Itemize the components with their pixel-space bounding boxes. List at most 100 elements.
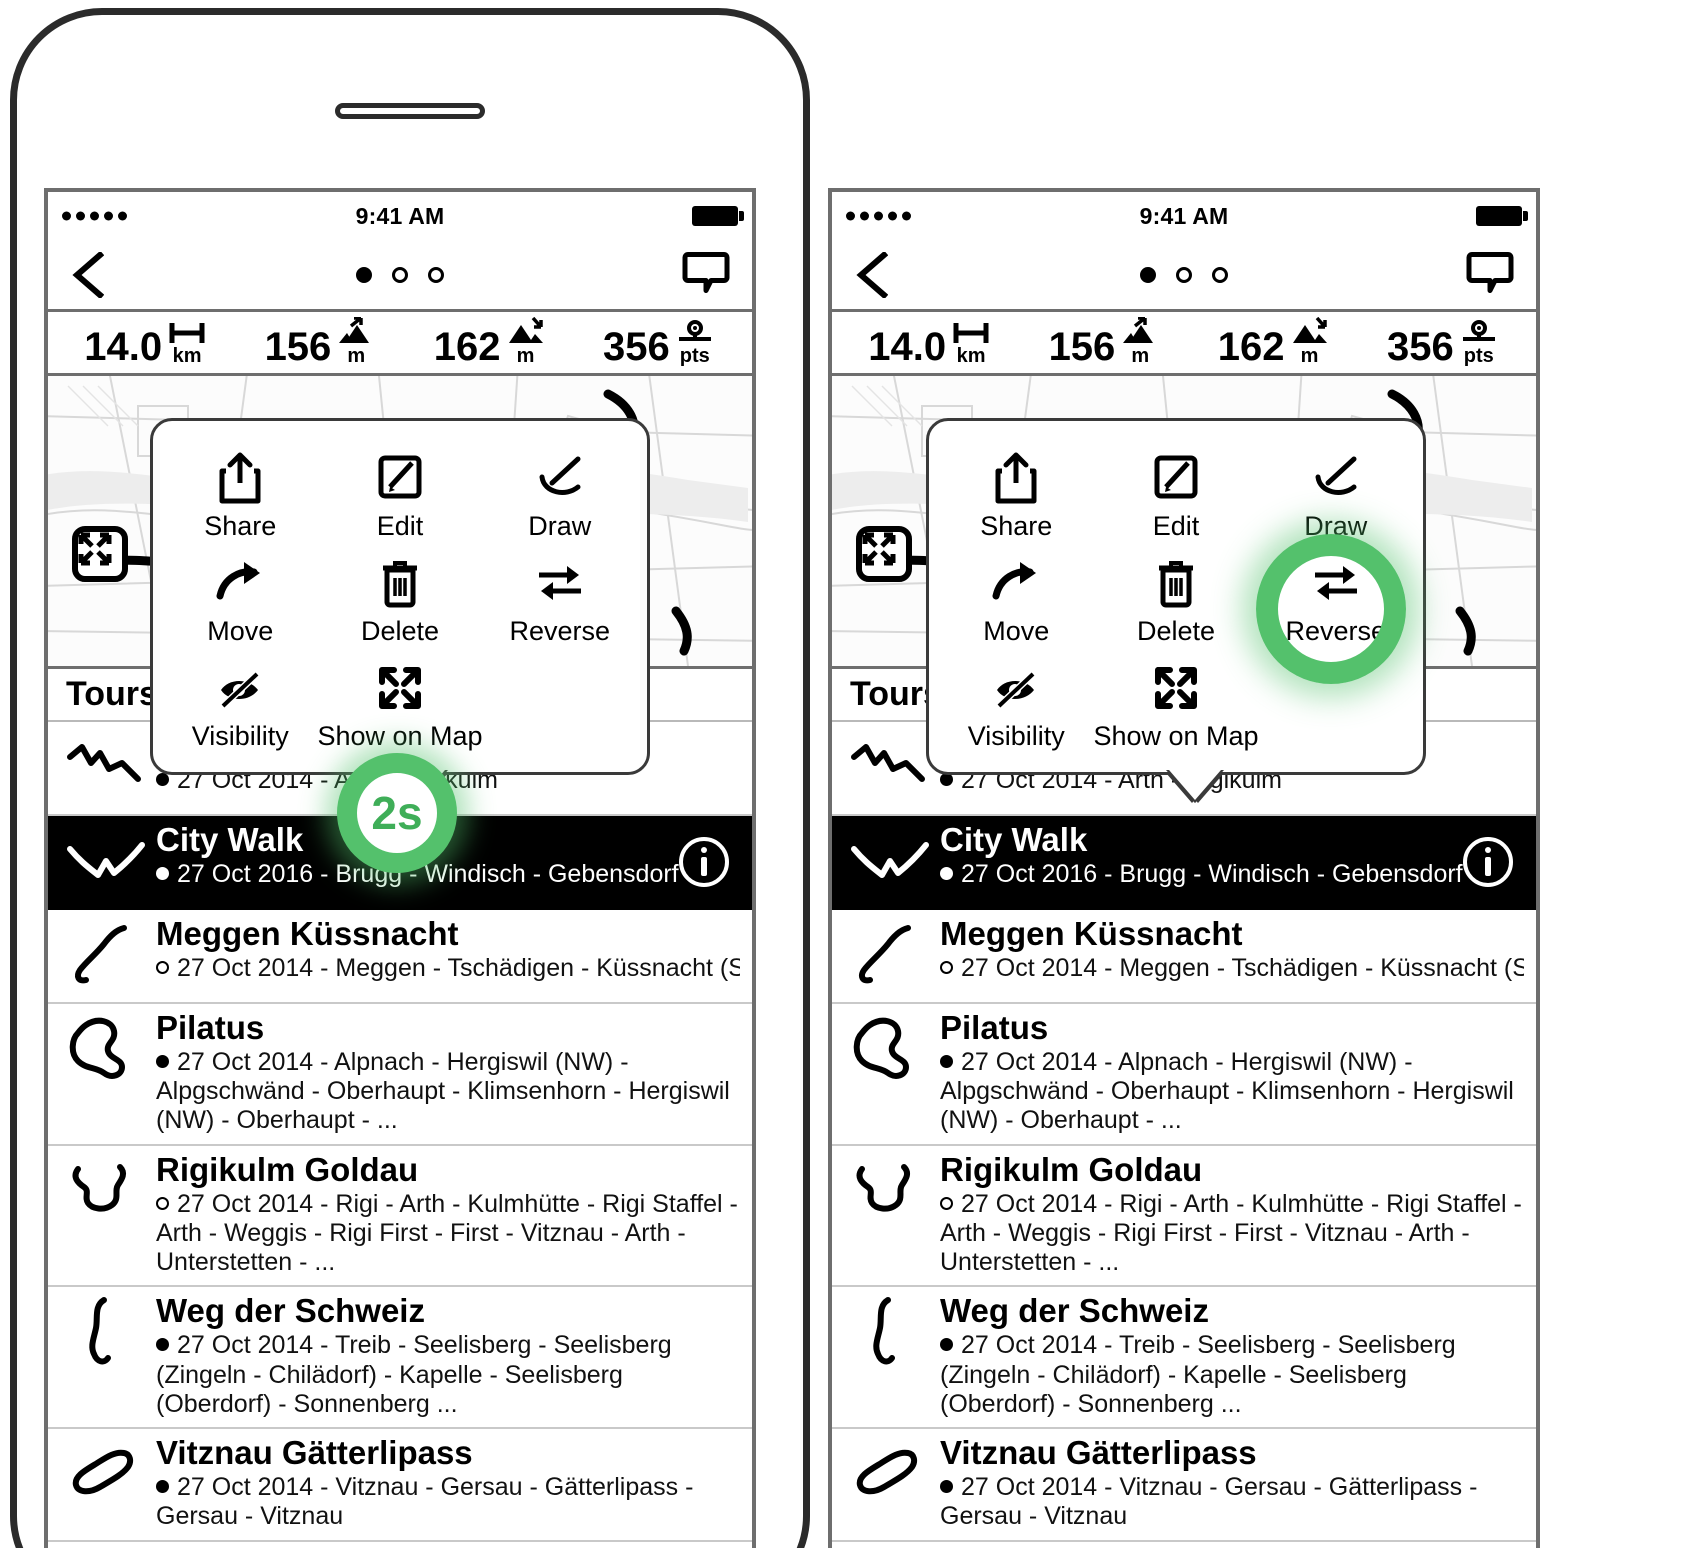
stat-distance: 14.0 km <box>84 319 208 369</box>
track-blob-icon <box>60 1435 152 1513</box>
menu-item-visibility[interactable]: Visibility <box>163 657 317 758</box>
menu-item-delete[interactable]: Delete <box>1093 552 1258 653</box>
table-row[interactable]: Meggen Küssnacht 27 Oct 2014 - Meggen - … <box>832 910 1536 1004</box>
context-menu-tail <box>1169 770 1221 800</box>
page-dot-1[interactable] <box>356 266 372 283</box>
tour-title: Meggen Küssnacht <box>156 916 459 952</box>
menu-item-edit[interactable]: Edit <box>317 447 482 548</box>
tour-bullet-icon <box>156 772 169 786</box>
tour-subtitle-text: 27 Oct 2014 - Vitznau - Gersau - Gätterl… <box>156 1473 694 1531</box>
menu-item-share[interactable]: Share <box>939 447 1093 548</box>
table-row[interactable]: Weg der Schweiz 27 Oct 2014 - Treib - Se… <box>48 1287 752 1430</box>
back-chevron-icon[interactable] <box>70 251 104 298</box>
tour-bullet-icon <box>156 1196 169 1210</box>
tour-subtitle: 27 Oct 2014 - Alpnach - Hergiswil (NW) -… <box>940 1048 1524 1136</box>
tour-subtitle: 27 Oct 2014 - Treib - Seelisberg - Seeli… <box>940 1331 1524 1419</box>
comment-bubble-icon[interactable] <box>1466 250 1514 299</box>
tour-row-body: Pilatus 27 Oct 2014 - Alpnach - Hergiswi… <box>936 1010 1524 1136</box>
table-row[interactable]: Pilatus 27 Oct 2014 - Alpnach - Hergiswi… <box>48 1004 752 1146</box>
table-row[interactable]: Rigikulm Goldau 27 Oct 2014 - Rigi - Art… <box>832 1145 1536 1288</box>
table-row[interactable]: Obwalder Höhenweg 27 Oct 2014 - Oberhaup… <box>48 1541 752 1548</box>
tour-title: Pilatus <box>156 1010 265 1046</box>
tour-subtitle-text: 27 Oct 2014 - Meggen - Tschädigen - Küss… <box>961 953 1524 982</box>
table-row[interactable]: City Walk 27 Oct 2016 - Brugg - Windisch… <box>832 816 1536 910</box>
stat-points-value: 356 <box>1387 325 1454 369</box>
tour-bullet-icon <box>940 1338 953 1352</box>
menu-item-move[interactable]: Move <box>939 552 1093 653</box>
tour-subtitle-text: 27 Oct 2014 - Rigi - Arth - Kulmhütte - … <box>156 1189 738 1277</box>
menu-item-edit-label: Edit <box>376 511 424 541</box>
menu-item-show-on-map[interactable]: Show on Map <box>1093 657 1259 758</box>
menu-item-reverse[interactable]: Reverse <box>483 552 637 653</box>
reverse-arrows-icon <box>533 554 587 612</box>
stat-points: 356 pts <box>603 319 716 367</box>
draw-curve-icon <box>534 449 586 507</box>
menu-item-share[interactable]: Share <box>163 447 317 548</box>
page-indicator-dots[interactable] <box>1140 266 1228 283</box>
stat-descent: 162 m <box>1218 317 1331 367</box>
navigation-bar-left <box>48 240 752 312</box>
stat-distance: 14.0 km <box>868 319 992 367</box>
menu-item-draw[interactable]: Draw <box>1259 447 1413 548</box>
menu-item-draw[interactable]: Draw <box>483 447 637 548</box>
stat-distance-unit: km <box>956 345 986 367</box>
table-row[interactable]: Meggen Küssnacht 27 Oct 2014 - Meggen - … <box>48 910 752 1004</box>
tour-row-body: Pilatus 27 Oct 2014 - Alpnach - Hergiswi… <box>152 1010 740 1136</box>
menu-item-show-on-map[interactable]: Show on Map <box>317 657 483 758</box>
status-bar-left: 9:41 AM <box>48 192 752 240</box>
tour-bullet-icon <box>156 1338 169 1352</box>
tour-bullet-icon <box>940 1196 953 1210</box>
map-fullscreen-button[interactable] <box>856 526 912 582</box>
stat-distance-value: 14.0 <box>84 325 163 369</box>
comment-bubble-icon[interactable] <box>682 250 730 299</box>
menu-item-delete-label: Delete <box>360 616 440 646</box>
points-icon: pts <box>674 319 716 366</box>
tour-subtitle: 27 Oct 2014 - Rigi - Arth - Kulmhütte - … <box>940 1190 1524 1278</box>
table-row[interactable]: Weg der Schweiz 27 Oct 2014 - Treib - Se… <box>832 1287 1536 1430</box>
menu-item-draw-label: Draw <box>528 511 592 541</box>
table-row[interactable]: Vitznau Gätterlipass 27 Oct 2014 - Vitzn… <box>48 1429 752 1542</box>
page-dot-2[interactable] <box>1176 266 1192 283</box>
table-row[interactable]: Obwalder Höhenweg 27 Oct 2014 - Oberhaup… <box>832 1541 1536 1548</box>
track-loop-icon <box>60 1010 152 1088</box>
tap-duration-label: 2s <box>371 787 423 839</box>
tour-bullet-icon <box>156 1480 169 1494</box>
pencil-square-icon <box>376 449 424 507</box>
page-dot-2[interactable] <box>392 266 408 283</box>
page-dot-3[interactable] <box>428 266 444 283</box>
menu-item-move[interactable]: Move <box>163 552 317 653</box>
track-squiggle-icon <box>844 1152 936 1230</box>
tour-stats-bar-left: 14.0 km 156 m 162 m 356 pts <box>48 312 752 376</box>
menu-item-delete-label: Delete <box>1136 616 1216 646</box>
distance-icon: km <box>950 319 992 366</box>
menu-item-visibility-label: Visibility <box>967 721 1065 751</box>
tour-subtitle-text: 27 Oct 2014 - Meggen - Tschädigen - Küss… <box>177 953 740 982</box>
table-row[interactable]: Pilatus 27 Oct 2014 - Alpnach - Hergiswi… <box>832 1004 1536 1146</box>
stat-ascent: 156 m <box>265 317 378 367</box>
tour-title: Weg der Schweiz <box>940 1293 1209 1330</box>
track-squiggle-icon <box>60 1152 152 1230</box>
tour-row-body: Rigikulm Goldau 27 Oct 2014 - Rigi - Art… <box>152 1152 740 1278</box>
info-circle-icon[interactable] <box>1462 836 1514 888</box>
track-zigzag-down-icon <box>60 728 152 806</box>
status-bar-time: 9:41 AM <box>1139 202 1229 229</box>
stat-points-unit: pts <box>679 345 710 367</box>
table-row[interactable]: Vitznau Gätterlipass 27 Oct 2014 - Vitzn… <box>832 1429 1536 1542</box>
stat-ascent-value: 156 <box>1048 325 1116 369</box>
page-dot-3[interactable] <box>1212 266 1228 283</box>
page-dot-1[interactable] <box>1140 266 1156 283</box>
descent-icon: m <box>505 317 547 366</box>
back-chevron-icon[interactable] <box>854 251 888 298</box>
info-circle-icon[interactable] <box>678 836 730 888</box>
menu-item-delete[interactable]: Delete <box>317 552 482 653</box>
points-icon: pts <box>1458 319 1500 366</box>
menu-item-edit[interactable]: Edit <box>1093 447 1258 548</box>
menu-item-visibility[interactable]: Visibility <box>939 657 1093 758</box>
menu-item-share-label: Share <box>204 511 277 541</box>
stat-distance-unit: km <box>172 345 202 367</box>
map-fullscreen-button[interactable] <box>72 526 128 582</box>
table-row[interactable]: Rigikulm Goldau 27 Oct 2014 - Rigi - Art… <box>48 1145 752 1288</box>
stat-descent-value: 162 <box>433 325 501 369</box>
page-indicator-dots[interactable] <box>356 266 444 283</box>
tour-subtitle: 27 Oct 2014 - Vitznau - Gersau - Gätterl… <box>156 1473 740 1532</box>
